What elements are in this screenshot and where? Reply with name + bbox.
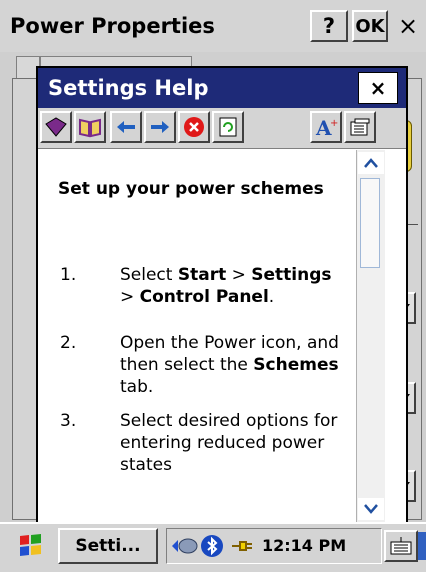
clock[interactable]: 12:14 PM (262, 536, 346, 555)
stop-icon[interactable] (178, 111, 210, 143)
scroll-up-icon[interactable] (358, 152, 384, 174)
desktop-icon[interactable] (418, 532, 426, 560)
step-number: 3. (60, 411, 77, 431)
start-windows-icon[interactable] (14, 530, 48, 562)
open-book-icon[interactable] (74, 111, 106, 143)
help-heading: Set up your power schemes (58, 179, 324, 199)
options-icon[interactable] (344, 111, 376, 143)
font-size-icon[interactable]: A + (310, 111, 342, 143)
power-plug-icon[interactable] (228, 532, 256, 560)
step-number: 1. (60, 265, 77, 285)
scroll-thumb[interactable] (360, 178, 380, 268)
step-text: Select Start > Settings > Control Panel. (120, 265, 332, 307)
keyboard-icon[interactable] (384, 530, 418, 562)
refresh-icon[interactable] (212, 111, 244, 143)
help-title: Settings Help (48, 76, 209, 100)
bluetooth-icon[interactable] (200, 534, 224, 558)
forward-arrow-icon[interactable] (144, 111, 176, 143)
close-button[interactable]: × (392, 10, 424, 42)
book-icon[interactable] (40, 111, 72, 143)
back-arrow-icon[interactable] (110, 111, 142, 143)
help-button[interactable]: ? (310, 10, 348, 42)
step-text: Open the Power icon, and then select the… (120, 333, 339, 397)
window-title: Power Properties (10, 14, 215, 38)
network-icon[interactable] (170, 534, 198, 558)
taskbar-task-button[interactable]: Setti... (58, 528, 158, 564)
step-number: 2. (60, 333, 77, 353)
step-text: Select desired options for entering redu… (120, 411, 338, 475)
svg-text:+: + (330, 118, 338, 129)
help-close-button[interactable]: × (358, 72, 398, 104)
ok-button[interactable]: OK (352, 10, 388, 42)
scroll-down-icon[interactable] (358, 498, 384, 520)
